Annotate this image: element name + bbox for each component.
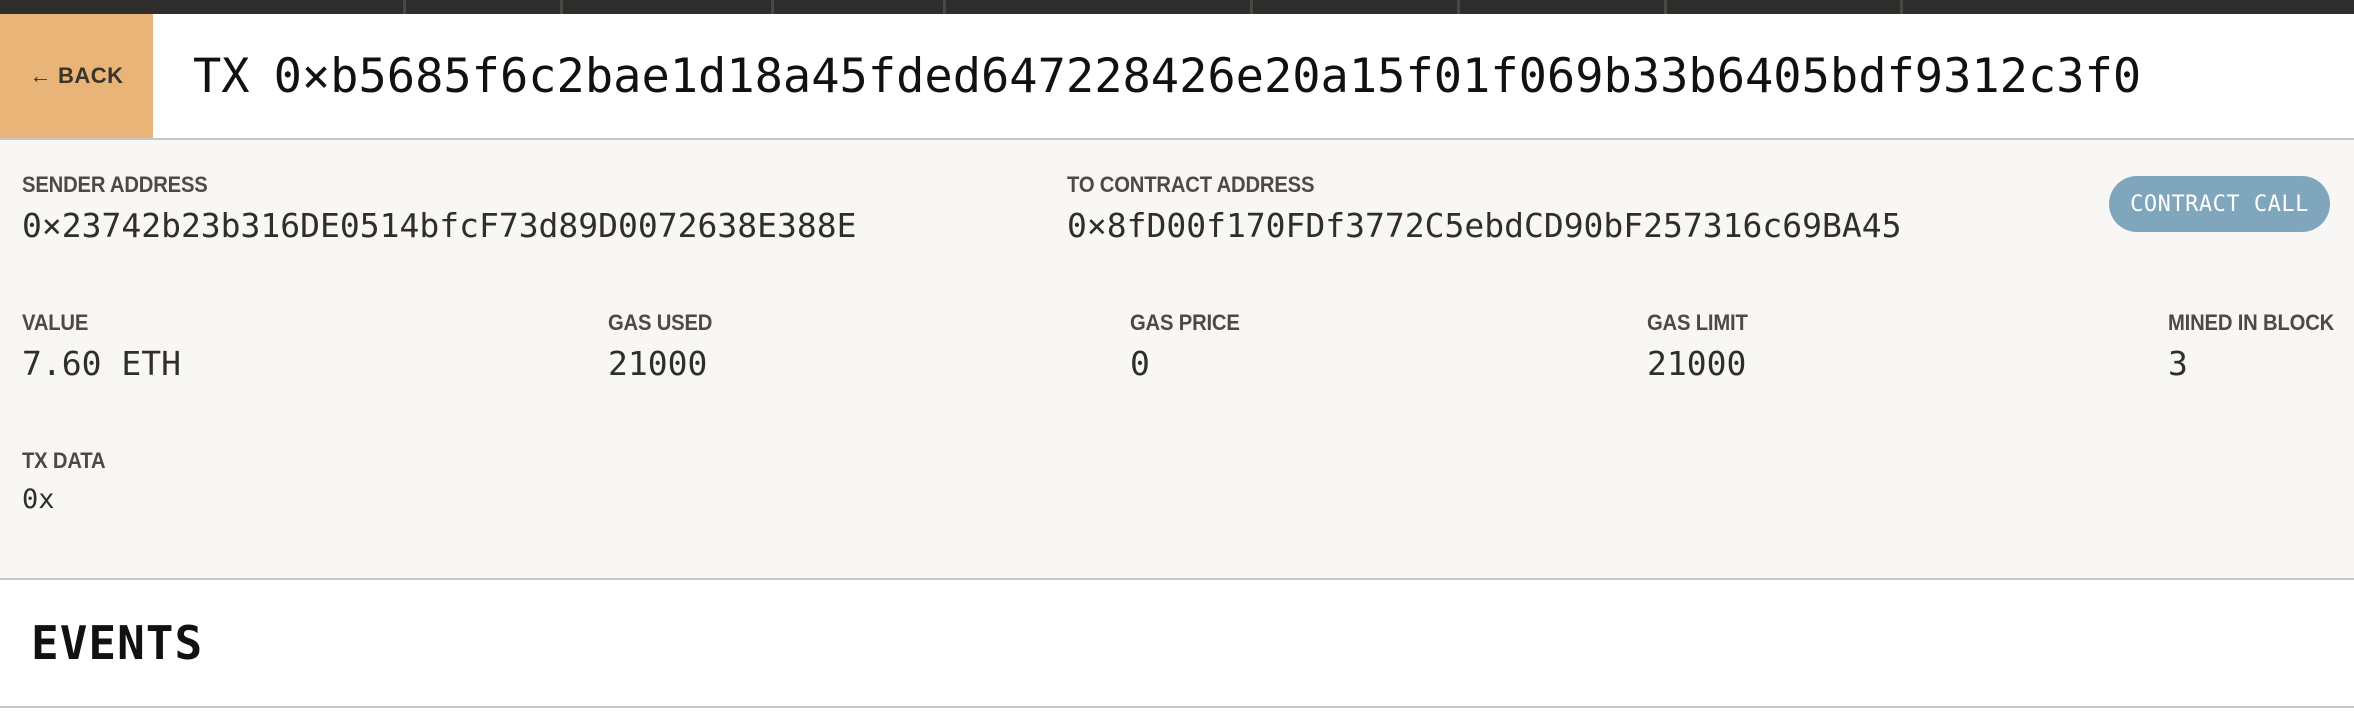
mined-in-block-field: MINED IN BLOCK 3 bbox=[2168, 310, 2349, 383]
value-label: VALUE bbox=[22, 310, 89, 335]
mined-in-block-label: MINED IN BLOCK bbox=[2168, 310, 2335, 335]
back-button-label: BACK bbox=[57, 63, 124, 88]
contract-call-badge: CONTRACT CALL bbox=[2109, 176, 2330, 232]
tx-data-value: 0x bbox=[22, 484, 55, 515]
top-bar-divider bbox=[943, 0, 946, 14]
top-bar-divider bbox=[403, 0, 406, 14]
gas-limit-value: 21000 bbox=[1647, 344, 1747, 383]
transaction-header: ← BACK TX 0×b5685f6c2bae1d18a45fded64722… bbox=[0, 14, 2354, 140]
to-contract-address-value: 0×8fD00f170FDf3772C5ebdCD90bF257316c69BA… bbox=[1067, 206, 1902, 245]
gas-used-field: GAS USED 21000 bbox=[608, 310, 721, 383]
to-contract-address-label: TO CONTRACT ADDRESS bbox=[1067, 172, 1315, 197]
transaction-hash: 0×b5685f6c2bae1d18a45fded647228426e20a15… bbox=[273, 48, 2142, 104]
top-bar-divider bbox=[560, 0, 563, 14]
gas-price-value: 0 bbox=[1130, 344, 1150, 383]
gas-price-field: GAS PRICE 0 bbox=[1130, 310, 1249, 383]
transaction-details: SENDER ADDRESS 0×23742b23b316DE0514bfcF7… bbox=[0, 140, 2354, 580]
top-bar-divider bbox=[771, 0, 774, 14]
page-title: TX 0×b5685f6c2bae1d18a45fded647228426e20… bbox=[193, 14, 2141, 138]
back-arrow-icon: ← bbox=[29, 63, 52, 88]
gas-used-value: 21000 bbox=[608, 344, 708, 383]
sender-address-value: 0×23742b23b316DE0514bfcF73d89D0072638E38… bbox=[22, 206, 857, 245]
sender-address-label: SENDER ADDRESS bbox=[22, 172, 208, 197]
gas-limit-field: GAS LIMIT 21000 bbox=[1647, 310, 1756, 383]
page-title-prefix: TX bbox=[193, 48, 250, 104]
events-section: EVENTS bbox=[0, 580, 2354, 708]
events-heading: EVENTS bbox=[31, 616, 204, 670]
back-button[interactable]: ← BACK bbox=[0, 14, 153, 138]
gas-limit-label: GAS LIMIT bbox=[1647, 310, 1748, 335]
top-bar-divider bbox=[1664, 0, 1667, 14]
value-field: VALUE 7.60 ETH bbox=[22, 310, 181, 383]
to-contract-address-field: TO CONTRACT ADDRESS 0×8fD00f170FDf3772C5… bbox=[1067, 172, 1901, 245]
value-amount: 7.60 ETH bbox=[22, 344, 181, 383]
mined-in-block-value: 3 bbox=[2168, 344, 2188, 383]
gas-price-label: GAS PRICE bbox=[1130, 310, 1240, 335]
top-bar-divider bbox=[1250, 0, 1253, 14]
tx-data-field: TX DATA 0x bbox=[22, 448, 113, 515]
top-bar-divider bbox=[1900, 0, 1903, 14]
top-bar-divider bbox=[1457, 0, 1460, 14]
top-bar bbox=[0, 0, 2354, 14]
sender-address-field: SENDER ADDRESS 0×23742b23b316DE0514bfcF7… bbox=[22, 172, 856, 245]
tx-data-label: TX DATA bbox=[22, 448, 106, 473]
gas-used-label: GAS USED bbox=[608, 310, 713, 335]
